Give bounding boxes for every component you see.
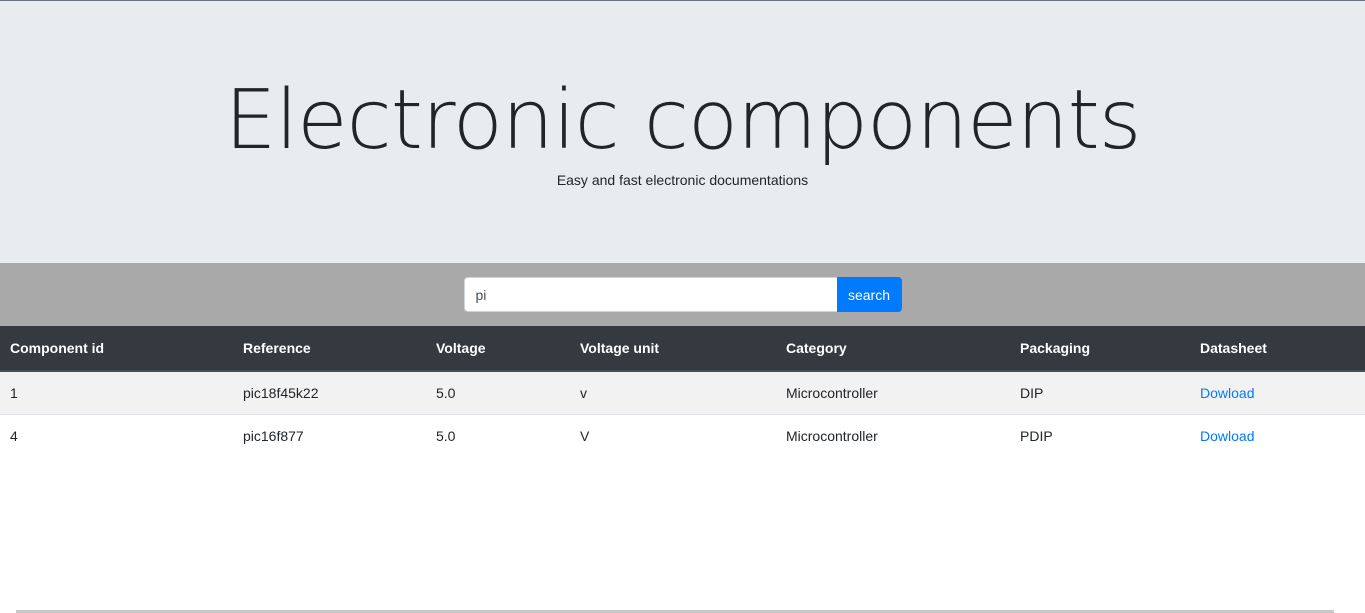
- column-header-category[interactable]: Category: [776, 326, 1010, 372]
- column-header-reference[interactable]: Reference: [233, 326, 426, 372]
- table-row: 4 pic16f877 5.0 V Microcontroller PDIP D…: [0, 413, 1365, 457]
- components-table: Component id Reference Voltage Voltage u…: [0, 326, 1365, 457]
- table-row: 1 pic18f45k22 5.0 v Microcontroller DIP …: [0, 370, 1365, 414]
- cell-reference: pic18f45k22: [233, 370, 426, 414]
- cell-packaging: DIP: [1010, 370, 1190, 414]
- cell-voltage: 5.0: [426, 413, 570, 457]
- cell-packaging: PDIP: [1010, 413, 1190, 457]
- hero-banner: Electronic components Easy and fast elec…: [0, 1, 1365, 263]
- cell-component-id: 1: [0, 370, 233, 414]
- datasheet-download-link[interactable]: Dowload: [1200, 428, 1254, 444]
- column-header-packaging[interactable]: Packaging: [1010, 326, 1190, 372]
- column-header-voltage[interactable]: Voltage: [426, 326, 570, 372]
- cell-reference: pic16f877: [233, 413, 426, 457]
- cell-datasheet: Dowload: [1190, 413, 1365, 457]
- search-bar: search: [0, 263, 1365, 326]
- page-subtitle: Easy and fast electronic documentations: [556, 172, 809, 188]
- cell-voltage-unit: v: [570, 370, 776, 414]
- column-header-datasheet[interactable]: Datasheet: [1190, 326, 1365, 372]
- column-header-voltage-unit[interactable]: Voltage unit: [570, 326, 776, 372]
- cell-category: Microcontroller: [776, 413, 1010, 457]
- datasheet-download-link[interactable]: Dowload: [1200, 385, 1254, 401]
- table-header-row: Component id Reference Voltage Voltage u…: [0, 326, 1365, 372]
- cell-category: Microcontroller: [776, 370, 1010, 414]
- column-header-component-id[interactable]: Component id: [0, 326, 233, 372]
- page-title: Electronic components: [224, 73, 1142, 168]
- search-group: search: [463, 277, 902, 312]
- page: Electronic components Easy and fast elec…: [0, 0, 1365, 613]
- cell-voltage: 5.0: [426, 370, 570, 414]
- cell-voltage-unit: V: [570, 413, 776, 457]
- search-input[interactable]: [463, 277, 837, 312]
- search-button[interactable]: search: [836, 277, 902, 312]
- cell-datasheet: Dowload: [1190, 370, 1365, 414]
- cell-component-id: 4: [0, 413, 233, 457]
